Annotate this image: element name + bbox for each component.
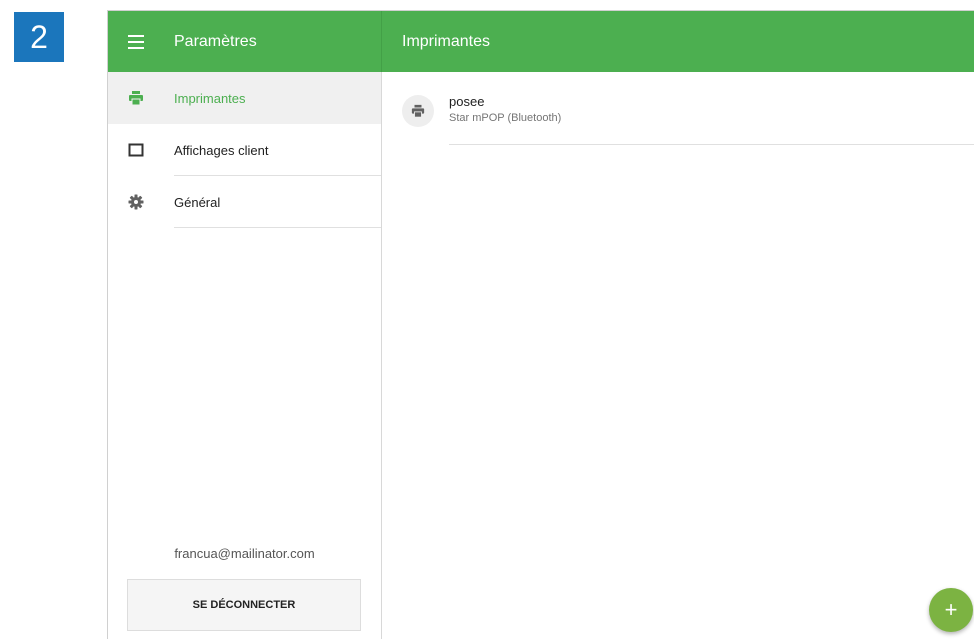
divider [174,227,381,228]
printer-model: Star mPOP (Bluetooth) [449,112,562,124]
display-icon [128,143,144,157]
logout-button[interactable]: SE DÉCONNECTER [127,579,361,631]
printers-panel: posee Star mPOP (Bluetooth) + [382,72,974,639]
sidebar-item-general[interactable]: Général [108,176,381,228]
printer-icon [411,104,425,118]
sidebar-item-label: Général [174,194,221,210]
printer-avatar [402,95,434,127]
sidebar-item-printers[interactable]: Imprimantes [108,72,381,124]
step-number-badge: 2 [14,12,64,62]
settings-window: Paramètres Imprimantes Imprimantes Affic… [107,10,974,639]
top-app-bar: Paramètres Imprimantes [108,11,974,72]
hamburger-menu-icon[interactable] [128,34,144,49]
section-title: Imprimantes [402,33,491,50]
printer-name: posee [449,94,485,109]
app-title: Paramètres [174,32,257,50]
printer-icon [129,91,143,106]
sidebar-item-label: Imprimantes [174,90,246,106]
account-email: francua@mailinator.com [174,546,315,561]
gear-icon [128,194,144,210]
sidebar: Imprimantes Affichages client Général fr… [108,72,382,639]
add-printer-button[interactable]: + [929,588,973,632]
sidebar-item-label: Affichages client [174,142,269,158]
plus-icon: + [944,597,958,622]
sidebar-item-customer-displays[interactable]: Affichages client [108,124,381,176]
sidebar-header: Paramètres [108,11,382,72]
header-divider [381,11,382,72]
list-item[interactable]: posee Star mPOP (Bluetooth) [382,72,974,145]
divider [449,144,974,145]
